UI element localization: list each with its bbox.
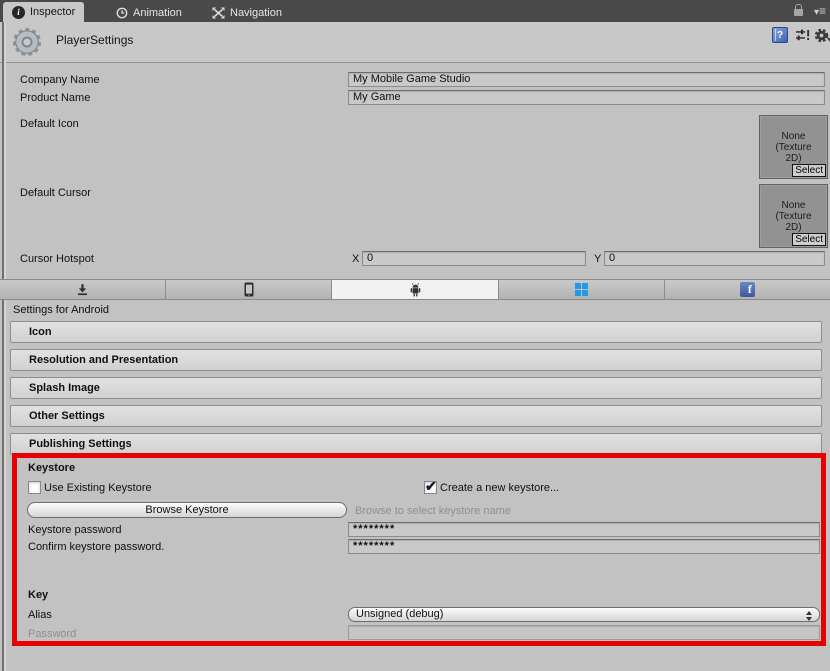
key-password-input[interactable]	[348, 625, 820, 640]
section-publishing-settings[interactable]: Publishing Settings	[10, 433, 822, 455]
default-icon-select-button[interactable]: Select	[792, 164, 826, 177]
confirm-keystore-password-label: Confirm keystore password.	[28, 541, 165, 553]
default-cursor-select-button[interactable]: Select	[792, 233, 826, 246]
keystore-password-label: Keystore password	[28, 524, 122, 536]
default-cursor-none-text: None (Texture 2D)	[775, 200, 812, 233]
key-heading: Key	[28, 589, 49, 601]
hotspot-y-label: Y	[594, 253, 602, 265]
windows-logo-icon	[574, 283, 588, 296]
hotspot-x-input[interactable]: 0	[362, 251, 586, 266]
section-other-settings[interactable]: Other Settings	[10, 405, 822, 427]
tab-inspector[interactable]: i Inspector	[3, 2, 85, 22]
confirm-keystore-password-input[interactable]: ********	[348, 539, 820, 554]
hotspot-x-label: X	[352, 253, 360, 265]
section-resolution-and-presentation[interactable]: Resolution and Presentation	[10, 349, 822, 371]
inspector-window: i Inspector Animation Navigation ▾≡ Play…	[0, 0, 830, 671]
default-icon-none-text: None (Texture 2D)	[775, 131, 812, 164]
facebook-logo-icon: f	[739, 282, 755, 297]
window-tab-bar: i Inspector Animation Navigation ▾≡	[0, 0, 830, 22]
alias-dropdown[interactable]: Unsigned (debug)	[348, 607, 820, 622]
alias-selected-value: Unsigned (debug)	[356, 608, 444, 620]
keystore-heading: Keystore	[28, 462, 76, 474]
settings-for-platform-title: Settings for Android	[13, 304, 110, 316]
section-icon[interactable]: Icon	[10, 321, 822, 343]
gear-menu-icon[interactable]	[814, 28, 830, 43]
presets-icon[interactable]	[795, 29, 810, 45]
navigation-move-icon	[212, 7, 225, 18]
platform-tab-windows[interactable]	[498, 280, 665, 299]
product-name-input[interactable]: My Game	[348, 90, 825, 105]
key-password-label: Password	[28, 628, 77, 640]
alias-label: Alias	[28, 609, 52, 621]
help-icon[interactable]: ?	[772, 27, 788, 43]
default-cursor-label: Default Cursor	[20, 187, 91, 199]
default-icon-label: Default Icon	[20, 118, 79, 130]
company-name-label: Company Name	[20, 74, 100, 86]
tab-navigation-label: Navigation	[230, 6, 282, 19]
panel-edge-highlight	[4, 22, 6, 671]
ios-smartphone-icon	[244, 282, 254, 297]
platform-tab-bar: f	[0, 279, 830, 300]
default-cursor-texture-slot[interactable]: None (Texture 2D) Select	[759, 184, 828, 248]
company-name-input[interactable]: My Mobile Game Studio	[348, 72, 825, 87]
tab-animation-label: Animation	[133, 6, 182, 19]
keystore-password-input[interactable]: ********	[348, 522, 820, 537]
platform-tab-android[interactable]	[332, 280, 499, 299]
standalone-download-icon	[78, 284, 88, 296]
page-title: PlayerSettings	[56, 33, 134, 47]
default-icon-texture-slot[interactable]: None (Texture 2D) Select	[759, 115, 828, 179]
tab-navigation[interactable]: Navigation	[203, 3, 291, 22]
create-new-keystore-checkbox[interactable]	[424, 478, 437, 495]
product-name-label: Product Name	[20, 92, 91, 104]
pane-menu-icon[interactable]: ▾≡	[814, 4, 826, 18]
platform-tab-standalone[interactable]	[0, 280, 167, 299]
clock-icon	[116, 7, 128, 18]
inspector-header: PlayerSettings ?	[0, 22, 830, 63]
info-icon: i	[12, 5, 25, 19]
tab-inspector-label: Inspector	[30, 6, 76, 18]
platform-tab-ios[interactable]	[166, 280, 333, 299]
hotspot-y-input[interactable]: 0	[604, 251, 825, 266]
browse-keystore-hint: Browse to select keystore name	[355, 505, 511, 517]
browse-keystore-button[interactable]: Browse Keystore	[27, 502, 347, 518]
create-new-keystore-label: Create a new keystore...	[440, 482, 560, 494]
cursor-hotspot-label: Cursor Hotspot	[20, 253, 94, 265]
use-existing-keystore-checkbox[interactable]	[28, 481, 41, 494]
player-settings-gear-icon	[12, 27, 42, 57]
use-existing-keystore-label: Use Existing Keystore	[44, 482, 152, 494]
android-robot-icon	[410, 282, 420, 296]
tab-animation[interactable]: Animation	[107, 3, 191, 22]
lock-icon[interactable]	[794, 4, 803, 16]
updown-arrows-icon	[806, 611, 812, 621]
platform-tab-facebook[interactable]: f	[664, 280, 830, 299]
section-splash-image[interactable]: Splash Image	[10, 377, 822, 399]
